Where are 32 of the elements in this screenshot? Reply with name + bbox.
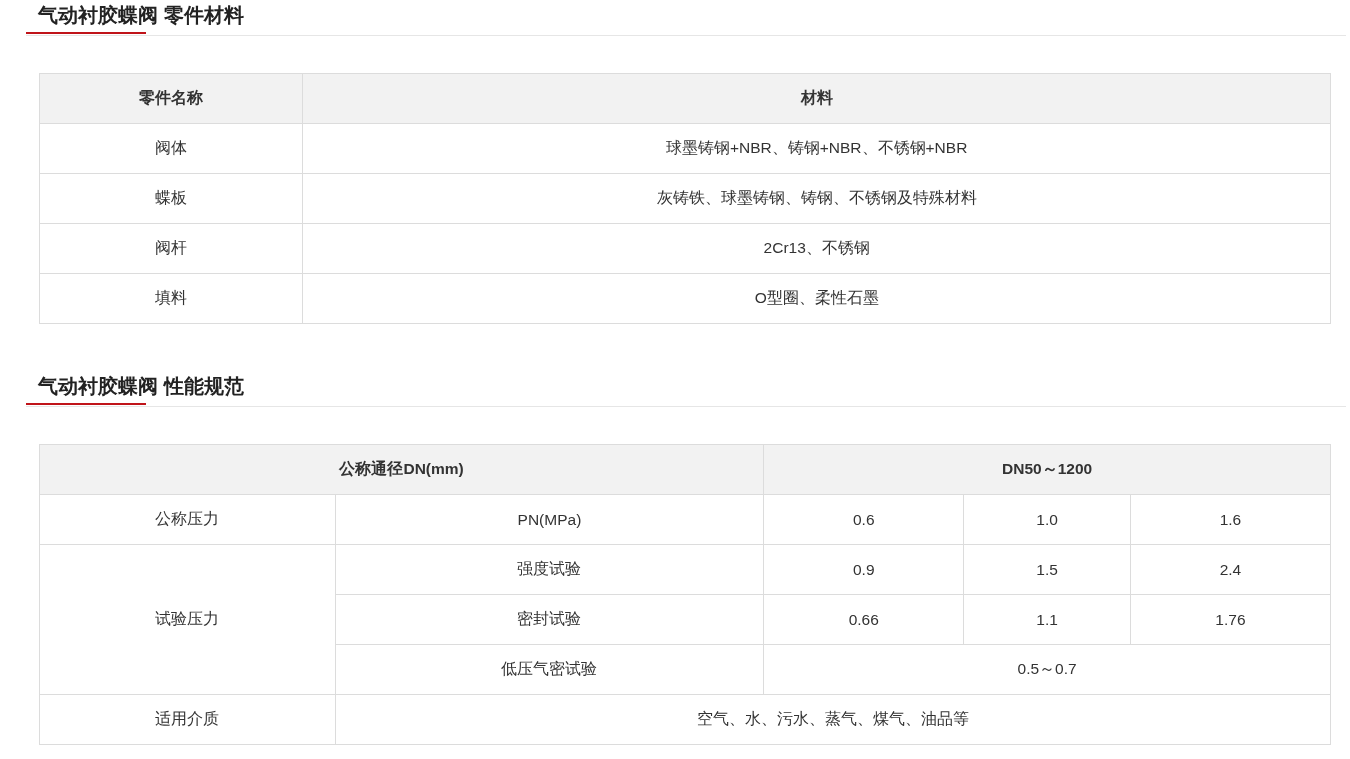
table-cell: 1.6 (1130, 494, 1331, 545)
table-cell: 1.1 (963, 594, 1131, 645)
table-cell: 蝶板 (39, 173, 303, 224)
column-header: 零件名称 (39, 73, 303, 124)
table-cell: 1.5 (963, 544, 1131, 595)
table-cell: 灰铸铁、球墨铸钢、铸钢、不锈钢及特殊材料 (302, 173, 1331, 224)
table-cell: 填料 (39, 273, 303, 324)
table-cell: 适用介质 (39, 694, 336, 745)
table-cell: 空气、水、污水、蒸气、煤气、油品等 (335, 694, 1331, 745)
table-cell: 0.5～0.7 (763, 644, 1331, 695)
table-cell: O型圈、柔性石墨 (302, 273, 1331, 324)
table-cell: PN(MPa) (335, 494, 764, 545)
table-cell: 0.6 (763, 494, 964, 545)
table-cell: 1.0 (963, 494, 1131, 545)
section-title: 气动衬胶蝶阀 性能规范 (38, 374, 245, 399)
column-header: DN50～1200 (763, 444, 1331, 495)
table-cell: 试验压力 (39, 544, 336, 695)
column-header: 公称通径DN(mm) (39, 444, 764, 495)
table-cell: 密封试验 (335, 594, 764, 645)
table-cell: 2Cr13、不锈钢 (302, 223, 1331, 274)
table-cell: 0.66 (763, 594, 964, 645)
section-title: 气动衬胶蝶阀 零件材料 (38, 3, 245, 28)
table-cell: 公称压力 (39, 494, 336, 545)
table-cell: 球墨铸钢+NBR、铸钢+NBR、不锈钢+NBR (302, 123, 1331, 174)
column-header: 材料 (302, 73, 1331, 124)
table-cell: 低压气密试验 (335, 644, 764, 695)
table-cell: 强度试验 (335, 544, 764, 595)
table-cell: 阀杆 (39, 223, 303, 274)
table-cell: 0.9 (763, 544, 964, 595)
table-cell: 阀体 (39, 123, 303, 174)
table-cell: 1.76 (1130, 594, 1331, 645)
table-cell: 2.4 (1130, 544, 1331, 595)
